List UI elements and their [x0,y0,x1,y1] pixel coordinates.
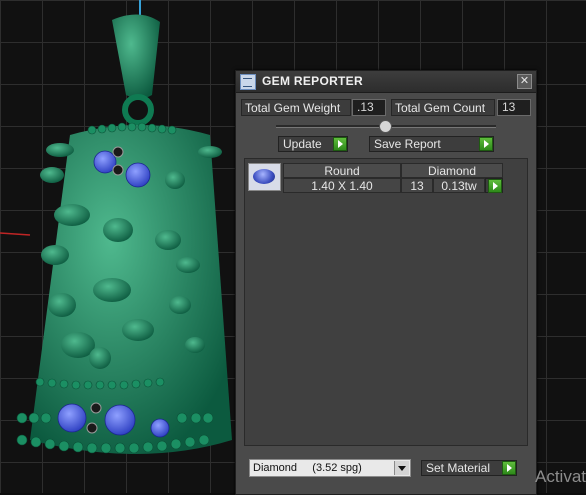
update-button[interactable]: Update [278,136,348,152]
play-arrow-icon [502,461,516,475]
material-select[interactable]: Diamond (3.52 spg) [249,459,411,477]
gem-reporter-icon [240,74,256,90]
divider-slider-handle[interactable] [379,120,392,133]
material-select-value: Diamond (3.52 spg) [253,462,362,474]
set-material-button[interactable]: Set Material [421,460,517,476]
save-report-button-label: Save Report [374,137,441,151]
gem-material-header: Diamond [401,163,503,178]
play-arrow-icon [333,137,347,151]
gem-weight: 0.13tw [433,178,485,193]
total-gem-count-label: Total Gem Count [391,99,495,116]
set-material-button-label: Set Material [426,461,491,475]
activate-watermark: Activate [535,467,586,486]
chevron-down-icon [394,461,409,475]
gem-shape-header: Round [283,163,401,178]
panel-title: GEM REPORTER [262,74,363,88]
gem-reporter-panel: GEM REPORTER ✕ Total Gem Weight .13 Tota… [235,70,537,495]
gem-size: 1.40 X 1.40 [283,178,401,193]
update-button-label: Update [283,137,322,151]
play-arrow-icon [488,179,502,193]
save-report-button[interactable]: Save Report [369,136,494,152]
total-gem-weight-label: Total Gem Weight [241,99,351,116]
title-bar[interactable]: GEM REPORTER ✕ [236,71,536,93]
round-diamond-thumbnail[interactable] [248,163,281,191]
total-gem-weight-value: .13 [352,99,386,116]
close-button[interactable]: ✕ [517,74,532,89]
gem-row-select-button[interactable] [485,178,503,193]
total-gem-count-value: 13 [497,99,531,116]
gem-list: Round Diamond 1.40 X 1.40 13 0.13tw [244,158,528,446]
play-arrow-icon [479,137,493,151]
gem-count: 13 [401,178,433,193]
